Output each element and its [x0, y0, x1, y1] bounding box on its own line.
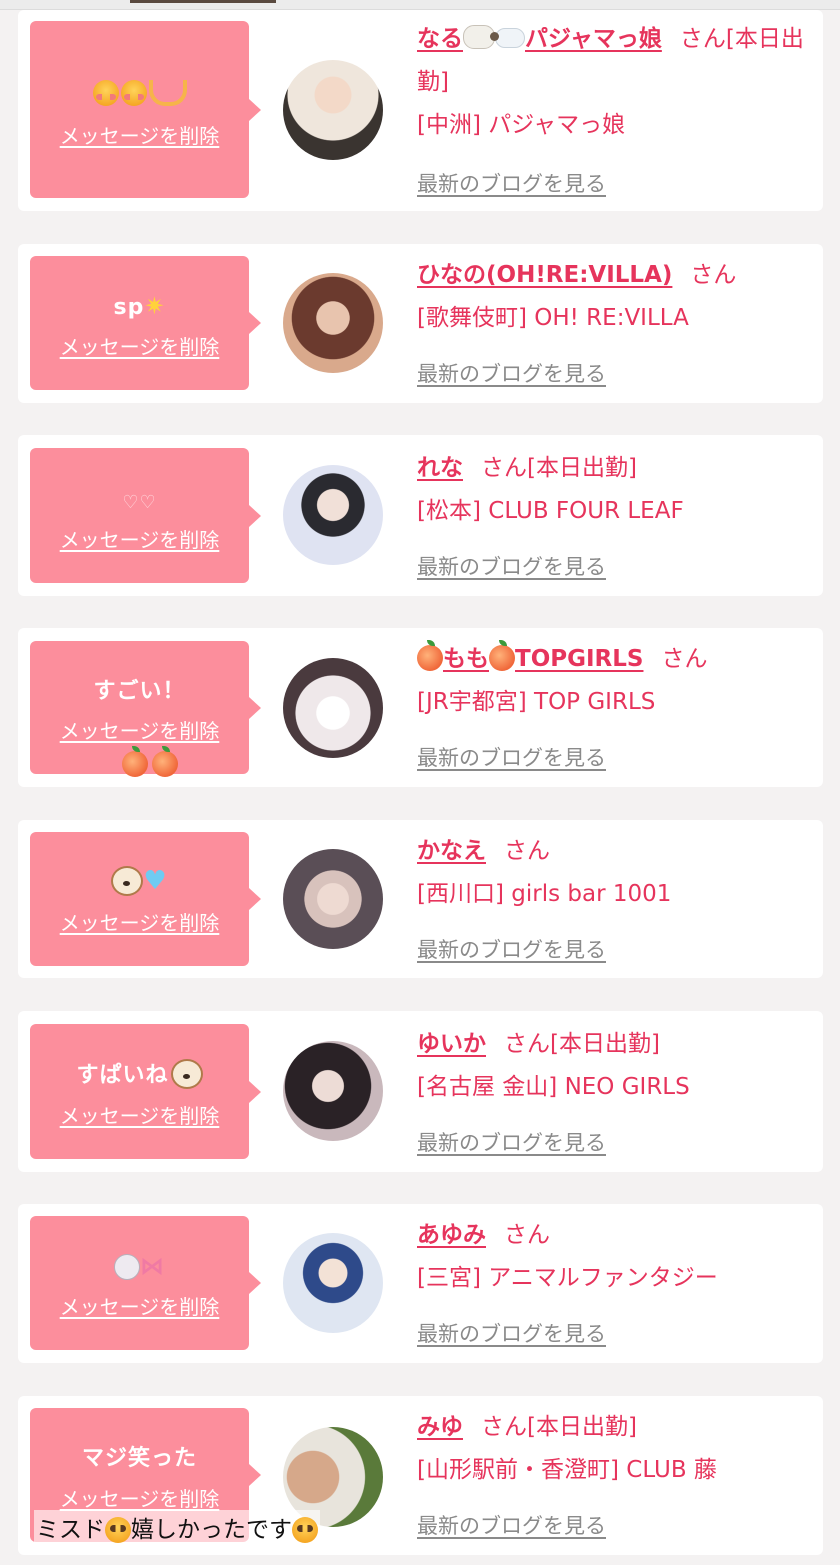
message-bubble: sp ✷ メッセージを削除	[30, 256, 261, 390]
view-blog-link[interactable]: 最新のブログを見る	[417, 551, 606, 581]
entry-info: あゆみ さん [三宮] アニマルファンタジー 最新のブログを見る	[417, 1214, 809, 1346]
honorific: さん	[481, 1414, 527, 1440]
view-blog-link[interactable]: 最新のブログを見る	[417, 742, 606, 772]
message-text: ♥	[30, 832, 249, 897]
view-blog-link[interactable]: 最新のブログを見る	[417, 1510, 606, 1540]
honorific: さん	[481, 455, 527, 481]
message-text: sp ✷	[113, 292, 166, 321]
message-text: すごい！	[93, 678, 186, 704]
cast-name-link[interactable]: かなえ	[417, 838, 486, 864]
avatar[interactable]	[283, 1041, 383, 1141]
status-text: [本日出勤]	[527, 1414, 637, 1440]
delete-message-link[interactable]: メッセージを削除	[30, 524, 249, 553]
entry-info: ゆいか さん[本日出勤] [名古屋 金山] NEO GIRLS 最新のブログを見る	[417, 1023, 809, 1155]
cast-name-link[interactable]: あゆみ	[417, 1222, 486, 1248]
store-text: [山形駅前・香澄町] CLUB 藤	[417, 1457, 717, 1483]
overlay-caption: ミスド 嬉しかったです	[34, 1510, 320, 1544]
delete-message-link[interactable]: メッセージを削除	[30, 1100, 249, 1129]
cast-name-link[interactable]: ゆいか	[417, 1031, 486, 1057]
active-tab-indicator	[130, 0, 276, 3]
cast-name-link[interactable]: ひなの(OH!RE:VILLA)	[417, 262, 672, 288]
message-card: ⋈ メッセージを削除 あゆみ さん [三宮] アニマルファンタジー 最新のブログを…	[18, 1204, 823, 1363]
honorific: さん	[679, 26, 726, 52]
message-card: sp ✷ メッセージを削除 ひなの(OH!RE:VILLA) さん [歌舞伎町] O…	[18, 244, 823, 403]
honorific: さん	[690, 262, 737, 288]
message-bubble: メッセージを削除	[30, 21, 261, 198]
message-card: メッセージを削除 なる パジャマっ娘 さん[本日出勤] [中洲] パジャマっ娘 最新…	[18, 10, 823, 211]
avatar[interactable]	[283, 658, 383, 758]
entry-info: れな さん[本日出勤] [松本] CLUB FOUR LEAF 最新のブログを見る	[417, 447, 809, 579]
delete-message-link[interactable]: メッセージを削除	[30, 1483, 249, 1512]
cast-name-link[interactable]: なる パジャマっ娘	[417, 25, 662, 52]
honorific: さん	[504, 1222, 550, 1248]
entry-info: なる パジャマっ娘 さん[本日出勤] [中洲] パジャマっ娘 最新のブログを見る	[417, 18, 809, 196]
honorific: さん	[661, 646, 708, 672]
avatar[interactable]	[283, 849, 383, 949]
peach-icon	[489, 640, 515, 671]
message-bubble: すぱいね メッセージを削除	[30, 1024, 261, 1159]
message-card: ♡♡ メッセージを削除 れな さん[本日出勤] [松本] CLUB FOUR LE…	[18, 435, 823, 596]
ribbon-icon: ⋈	[140, 1252, 165, 1281]
avatar[interactable]	[283, 60, 383, 160]
store-text: [西川口] girls bar 1001	[417, 881, 672, 907]
store-text: [三宮] アニマルファンタジー	[417, 1265, 718, 1291]
message-card: すぱいね メッセージを削除 ゆいか さん[本日出勤] [名古屋 金山] NEO G…	[18, 1011, 823, 1172]
peach-icon	[417, 640, 443, 671]
avatar[interactable]	[283, 1233, 383, 1333]
smiling-face-with-hearts-icon	[92, 79, 119, 106]
delete-message-link[interactable]: メッセージを削除	[30, 120, 249, 149]
heart-hands-icon	[148, 79, 187, 106]
peach-icon	[122, 746, 148, 777]
smiling-face-with-hearts-icon	[120, 79, 147, 106]
peach-sticker	[122, 746, 178, 777]
avatar[interactable]	[283, 465, 383, 565]
store-text: [中洲] パジャマっ娘	[417, 112, 626, 138]
cast-name-link[interactable]: もも TOPGIRLS	[417, 640, 643, 672]
delete-message-link[interactable]: メッセージを削除	[30, 331, 249, 360]
store-text: [松本] CLUB FOUR LEAF	[417, 498, 684, 524]
dog-face-icon	[170, 1058, 203, 1089]
dog-face-icon	[111, 866, 144, 897]
peach-icon	[152, 746, 178, 777]
store-text: [名古屋 金山] NEO GIRLS	[417, 1074, 690, 1100]
entry-info: かなえ さん [西川口] girls bar 1001 最新のブログを見る	[417, 830, 809, 962]
view-blog-link[interactable]: 最新のブログを見る	[417, 1127, 606, 1157]
store-text: [歌舞伎町] OH! RE:VILLA	[417, 305, 689, 331]
thought-balloon-icon	[495, 28, 525, 48]
message-bubble: ♥ メッセージを削除	[30, 832, 261, 966]
view-blog-link[interactable]: 最新のブログを見る	[417, 1318, 606, 1348]
view-blog-link[interactable]: 最新のブログを見る	[417, 168, 606, 198]
rabbit-face-icon	[114, 1254, 140, 1281]
entry-info: ひなの(OH!RE:VILLA) さん [歌舞伎町] OH! RE:VILLA 最…	[417, 254, 809, 386]
message-text: ♡♡	[122, 491, 157, 513]
light-blue-heart-icon: ♥	[143, 866, 168, 897]
avatar[interactable]	[283, 273, 383, 373]
honorific: さん	[504, 838, 550, 864]
store-text: [JR宇都宮] TOP GIRLS	[417, 689, 656, 715]
delete-message-link[interactable]: メッセージを削除	[30, 907, 249, 936]
top-tab-strip	[0, 0, 840, 10]
message-bubble: ⋈ メッセージを削除	[30, 1216, 261, 1350]
message-text: ⋈	[30, 1216, 249, 1281]
message-text: マジ笑った	[81, 1446, 197, 1472]
entry-info: もも TOPGIRLS さん [JR宇都宮] TOP GIRLS 最新のブログを見る	[417, 638, 809, 770]
view-blog-link[interactable]: 最新のブログを見る	[417, 358, 606, 388]
cast-name-link[interactable]: みゆ	[417, 1414, 463, 1440]
message-bubble: ♡♡ メッセージを削除	[30, 448, 261, 583]
pleading-face-icon	[105, 1517, 131, 1543]
message-text: すぱいね	[30, 1024, 249, 1089]
status-text: [本日出勤]	[550, 1031, 660, 1057]
honorific: さん	[504, 1031, 550, 1057]
delete-message-link[interactable]: メッセージを削除	[30, 715, 249, 744]
entry-info: みゆ さん[本日出勤] [山形駅前・香澄町] CLUB 藤 最新のブログを見る	[417, 1406, 809, 1538]
view-blog-link[interactable]: 最新のブログを見る	[417, 934, 606, 964]
delete-message-link[interactable]: メッセージを削除	[30, 1291, 249, 1320]
status-text: [本日出勤]	[527, 455, 637, 481]
message-card: ♥ メッセージを削除 かなえ さん [西川口] girls bar 1001 最新…	[18, 820, 823, 978]
message-text	[30, 21, 249, 106]
sheep-icon	[463, 25, 499, 49]
glowing-star-icon: ✷	[144, 292, 166, 321]
cast-name-link[interactable]: れな	[417, 455, 463, 481]
pleading-face-icon	[292, 1517, 318, 1543]
